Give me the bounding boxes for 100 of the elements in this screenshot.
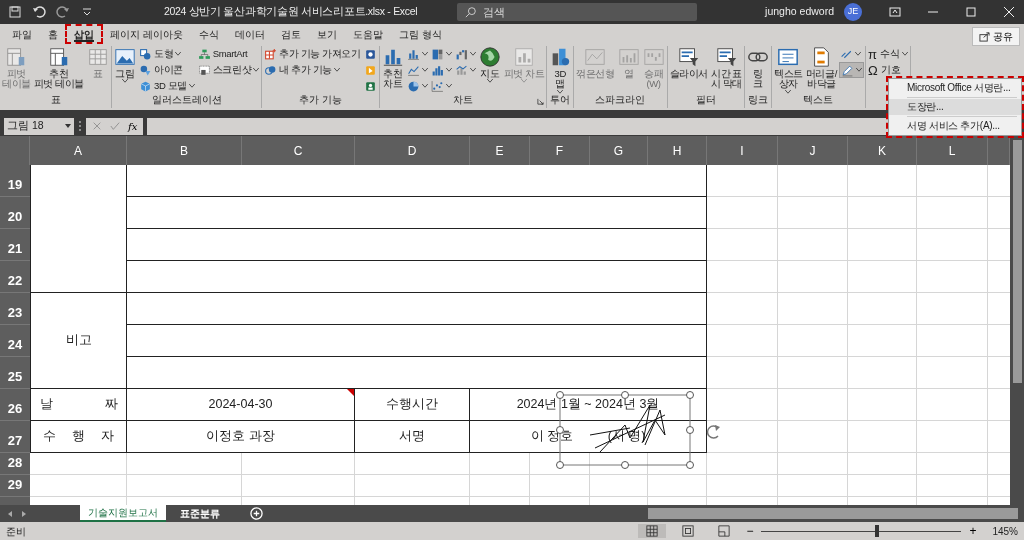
column-header[interactable]: D: [355, 136, 470, 165]
row-header[interactable]: 27: [0, 421, 30, 453]
ribbon-button[interactable]: 텍스트 상자: [773, 46, 804, 94]
column-header[interactable]: C: [242, 136, 355, 165]
menu-item[interactable]: 서명 서비스 추가(A)...: [889, 118, 1021, 134]
ribbon-button[interactable]: Ω 기호: [866, 62, 909, 78]
group-label: 스파크라인: [595, 94, 646, 106]
text-box-icon: [777, 46, 800, 68]
ribbon-tab[interactable]: 그림 형식: [390, 25, 450, 43]
ribbon-button[interactable]: [429, 78, 453, 94]
search-field[interactable]: 검색: [457, 3, 698, 21]
sheet-tab[interactable]: 표준분류: [172, 505, 228, 522]
ribbon-button[interactable]: SmartArt: [196, 46, 261, 62]
ribbon-tab[interactable]: 데이터: [226, 25, 273, 43]
shapes-icon: [139, 63, 153, 77]
ribbon-button[interactable]: 그림: [113, 46, 138, 84]
ribbon-tab[interactable]: 홈: [40, 25, 66, 43]
ribbon-button[interactable]: 추가 기능 가져오기: [263, 46, 362, 62]
column-header[interactable]: H: [648, 136, 707, 165]
org-chart-icon: [197, 47, 211, 61]
ribbon-button[interactable]: 아이콘: [138, 62, 196, 78]
caret-icon: [175, 52, 182, 56]
ribbon-button[interactable]: 시간 표 시 막대: [710, 46, 744, 90]
ribbon-button[interactable]: 스크린샷: [196, 62, 261, 78]
close-icon[interactable]: [1002, 5, 1016, 19]
ribbon-tab[interactable]: 삽입: [66, 25, 102, 43]
name-box[interactable]: 그림 18: [4, 117, 74, 135]
bar-chart-icon: [512, 46, 535, 68]
row-header[interactable]: 19: [0, 165, 30, 197]
ribbon-button[interactable]: 추천 차트: [380, 46, 405, 90]
column-header[interactable]: L: [917, 136, 988, 165]
ribbon-tab[interactable]: 검토: [272, 25, 309, 43]
row-header[interactable]: 23: [0, 293, 30, 325]
row-header[interactable]: 25: [0, 357, 30, 389]
column-header[interactable]: K: [848, 136, 917, 165]
ribbon-button[interactable]: 슬라이서: [668, 46, 709, 80]
column-header[interactable]: A: [30, 136, 127, 165]
dialog-launcher-icon[interactable]: [537, 98, 545, 105]
scroll-left-icon[interactable]: [6, 509, 14, 518]
group-label: 차트: [452, 94, 473, 106]
horizontal-scrollbar[interactable]: [648, 508, 1018, 519]
filter-icon: [715, 46, 738, 68]
caret-icon: [122, 79, 129, 84]
zoom-out-button[interactable]: −: [746, 522, 754, 540]
menu-item[interactable]: Microsoft Office 서명란...: [889, 80, 1021, 96]
undo-icon[interactable]: [32, 5, 46, 19]
scroll-right-icon[interactable]: [20, 509, 28, 518]
maximize-icon[interactable]: [964, 5, 978, 19]
ribbon-button[interactable]: 추천 피벗 테이블: [32, 46, 86, 90]
row-header[interactable]: 29: [0, 475, 30, 497]
ribbon-button[interactable]: 머리글/ 바닥글: [804, 46, 838, 90]
view-button[interactable]: [638, 524, 667, 538]
caret-icon: [188, 84, 195, 88]
column-header[interactable]: G: [590, 136, 648, 165]
ribbon-display-icon[interactable]: [888, 5, 902, 19]
row-header[interactable]: 24: [0, 325, 30, 357]
group-label: 일러스트레이션: [151, 94, 222, 106]
sheet-tab[interactable]: 기술지원보고서: [80, 505, 166, 522]
caret-icon: [253, 68, 260, 72]
redo-icon[interactable]: [56, 5, 70, 19]
zoom-in-button[interactable]: +: [969, 522, 977, 540]
globe-icon: [478, 46, 501, 68]
more-icon: [78, 119, 82, 133]
save-icon[interactable]: [8, 5, 22, 19]
user-avatar[interactable]: JE: [844, 3, 862, 21]
tile-icon: [363, 79, 377, 93]
ribbon-tab[interactable]: 도움말: [344, 25, 391, 43]
caret-icon: [469, 68, 476, 72]
menu-item[interactable]: 도장란...: [889, 99, 1021, 115]
ribbon-button[interactable]: 링 크: [746, 46, 771, 90]
rotate-handle-icon[interactable]: [706, 425, 720, 439]
table-icon: [47, 46, 70, 68]
share-icon: [979, 30, 990, 42]
ribbon-button[interactable]: 지도: [477, 46, 502, 84]
row-header[interactable]: 22: [0, 261, 30, 293]
row-header[interactable]: 28: [0, 453, 30, 475]
add-sheet-icon[interactable]: [250, 507, 263, 520]
share-button[interactable]: 공유: [972, 26, 1020, 46]
ribbon-tab[interactable]: 보기: [308, 25, 345, 43]
column-header[interactable]: E: [470, 136, 530, 165]
vertical-scrollbar[interactable]: [1010, 136, 1024, 505]
column-header[interactable]: I: [707, 136, 778, 165]
ribbon-tab[interactable]: 페이지 레이아웃: [102, 25, 191, 43]
column-header[interactable]: J: [778, 136, 848, 165]
ribbon-tab[interactable]: 수식: [190, 25, 227, 43]
insert-function-button[interactable]: fx: [128, 118, 138, 134]
row-header[interactable]: 26: [0, 389, 30, 421]
column-header[interactable]: F: [530, 136, 590, 165]
ribbon-button[interactable]: 3D 모델: [138, 78, 196, 94]
ribbon-button[interactable]: 도형: [138, 46, 196, 62]
zoom-thumb[interactable]: [875, 525, 880, 537]
ribbon-button[interactable]: π 수식: [866, 46, 909, 62]
group-label: 필터: [695, 94, 716, 106]
ribbon-button[interactable]: 3D 맵: [548, 46, 573, 94]
ribbon-tab[interactable]: 파일: [4, 25, 40, 43]
ribbon-button[interactable]: [838, 62, 864, 78]
column-header[interactable]: B: [127, 136, 242, 165]
ribbon-button[interactable]: 내 추가 기능: [263, 62, 362, 78]
row-header[interactable]: 21: [0, 229, 30, 261]
row-header[interactable]: 20: [0, 197, 30, 229]
